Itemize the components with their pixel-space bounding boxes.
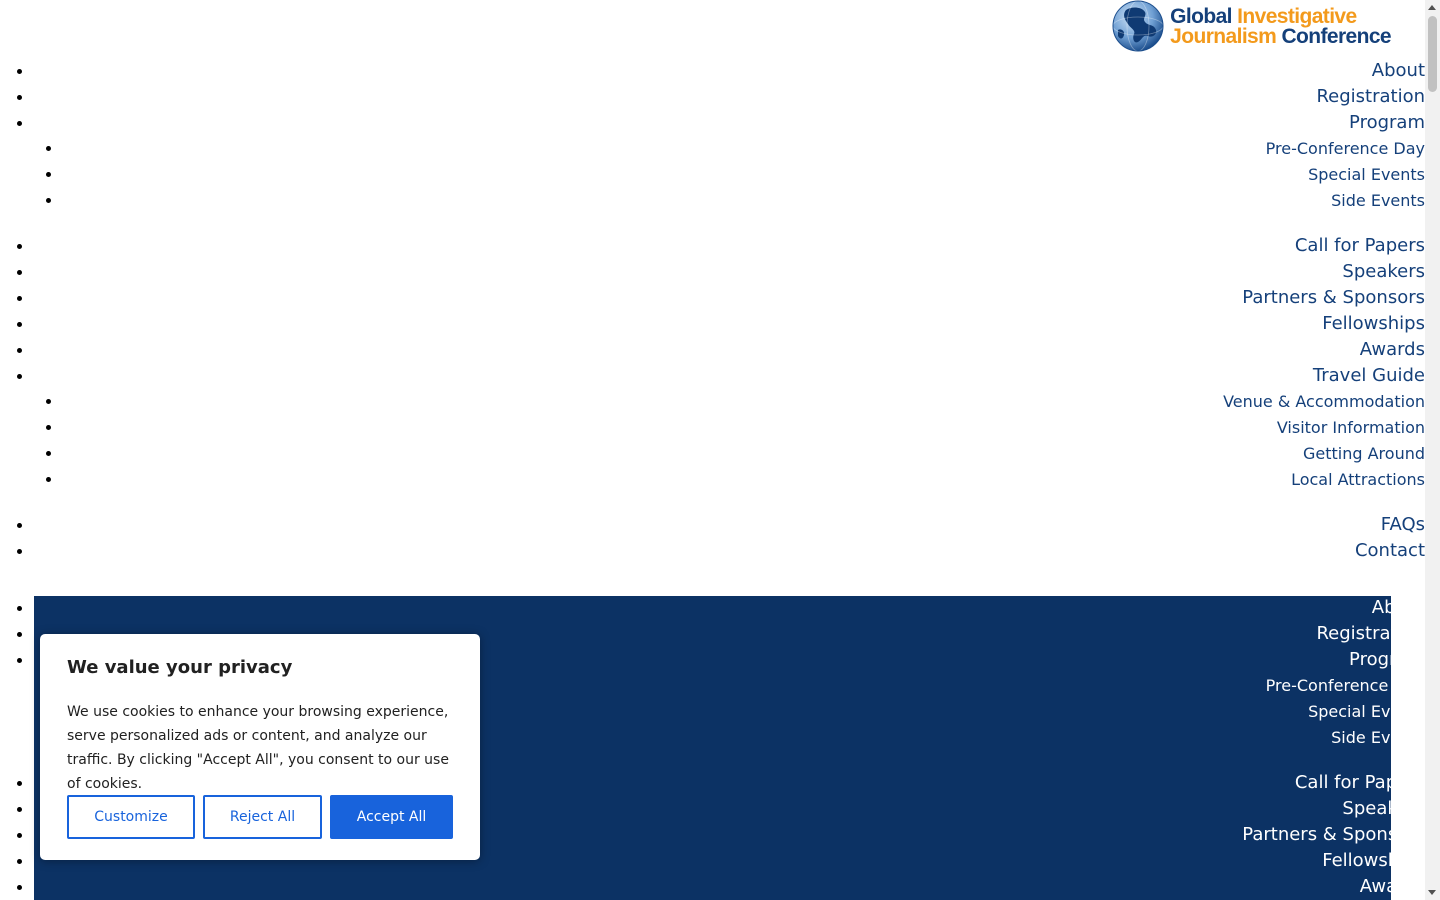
dark-nav-item-about: About xyxy=(34,595,1425,621)
nav-item-fellowships: Fellowships xyxy=(34,311,1425,337)
site-logo[interactable]: Global Investigative Journalism Conferen… xyxy=(1112,0,1392,52)
nav-link-fellowships[interactable]: Fellowships xyxy=(1322,313,1425,334)
nav-link-visitor-information[interactable]: Visitor Information xyxy=(1277,418,1425,437)
dark-nav-link-about[interactable]: About xyxy=(1372,597,1425,618)
logo-word-journalism: Journalism xyxy=(1170,25,1277,48)
cookie-consent-dialog: We value your privacy We use cookies to … xyxy=(40,634,480,860)
nav-link-special-events[interactable]: Special Events xyxy=(1308,165,1425,184)
nav-item-program: Program Pre-Conference Day Special Event… xyxy=(34,110,1425,214)
nav-item-partners-sponsors: Partners & Sponsors xyxy=(34,285,1425,311)
dark-nav-link-partners-sponsors[interactable]: Partners & Sponsors xyxy=(1242,824,1425,845)
scroll-up-arrow-icon[interactable] xyxy=(1428,5,1436,10)
nav-item-faqs: FAQs xyxy=(34,512,1425,538)
submenu-item-pre-conference-day: Pre-Conference Day xyxy=(63,136,1425,162)
nav-link-speakers[interactable]: Speakers xyxy=(1342,261,1425,282)
nav-link-registration[interactable]: Registration xyxy=(1316,86,1425,107)
nav-link-side-events[interactable]: Side Events xyxy=(1331,191,1425,210)
nav-link-about[interactable]: About xyxy=(1372,60,1425,81)
dark-nav-link-registration[interactable]: Registration xyxy=(1316,623,1425,644)
submenu-item-getting-around: Getting Around xyxy=(63,441,1425,467)
nav-link-program[interactable]: Program xyxy=(1349,112,1425,133)
customize-button[interactable]: Customize xyxy=(67,795,195,839)
nav-item-speakers: Speakers xyxy=(34,259,1425,285)
accept-all-button[interactable]: Accept All xyxy=(330,795,453,839)
nav-item-travel-guide: Travel Guide Venue & Accommodation Visit… xyxy=(34,363,1425,493)
nav-link-awards[interactable]: Awards xyxy=(1360,339,1425,360)
nav-link-pre-conference-day[interactable]: Pre-Conference Day xyxy=(1266,139,1425,158)
globe-icon xyxy=(1112,0,1164,52)
dark-nav-link-fellowships[interactable]: Fellowships xyxy=(1322,850,1425,871)
main-nav: About Registration Program Pre-Conferenc… xyxy=(0,58,1425,564)
nav-link-faqs[interactable]: FAQs xyxy=(1381,514,1425,535)
dark-nav-link-call-for-papers[interactable]: Call for Papers xyxy=(1295,772,1425,793)
scrollbar-thumb[interactable] xyxy=(1428,16,1437,92)
dark-nav-link-speakers[interactable]: Speakers xyxy=(1342,798,1425,819)
nav-link-contact[interactable]: Contact xyxy=(1355,540,1425,561)
scroll-down-arrow-icon[interactable] xyxy=(1428,890,1436,895)
nav-item-registration: Registration xyxy=(34,84,1425,110)
dark-nav-link-awards[interactable]: Awards xyxy=(1360,876,1425,897)
page: Global Investigative Journalism Conferen… xyxy=(0,0,1425,900)
nav-link-getting-around[interactable]: Getting Around xyxy=(1303,444,1425,463)
nav-item-contact: Contact xyxy=(34,538,1425,564)
nav-item-about: About xyxy=(34,58,1425,84)
submenu-item-local-attractions: Local Attractions xyxy=(63,467,1425,493)
cookie-description: We use cookies to enhance your browsing … xyxy=(67,704,449,792)
dark-nav-link-program[interactable]: Program xyxy=(1349,649,1425,670)
dark-nav-link-side-events[interactable]: Side Events xyxy=(1331,728,1425,747)
logo-word-conference: Conference xyxy=(1281,25,1391,48)
nav-link-venue-accommodation[interactable]: Venue & Accommodation xyxy=(1223,392,1425,411)
logo-wordmark: Global Investigative Journalism Conferen… xyxy=(1170,6,1391,48)
dark-nav-link-special-events[interactable]: Special Events xyxy=(1308,702,1425,721)
submenu-item-venue-accommodation: Venue & Accommodation xyxy=(63,389,1425,415)
submenu-item-special-events: Special Events xyxy=(63,162,1425,188)
submenu-item-side-events: Side Events xyxy=(63,188,1425,214)
nav-link-travel-guide[interactable]: Travel Guide xyxy=(1313,365,1425,386)
nav-link-local-attractions[interactable]: Local Attractions xyxy=(1291,470,1425,489)
cookie-title: We value your privacy xyxy=(67,657,293,678)
cookie-button-group: Customize Reject All Accept All xyxy=(67,795,453,839)
nav-item-call-for-papers: Call for Papers xyxy=(34,233,1425,259)
nav-item-awards: Awards xyxy=(34,337,1425,363)
submenu-item-visitor-information: Visitor Information xyxy=(63,415,1425,441)
reject-all-button[interactable]: Reject All xyxy=(203,795,322,839)
vertical-scrollbar[interactable] xyxy=(1425,0,1440,900)
nav-link-call-for-papers[interactable]: Call for Papers xyxy=(1295,235,1425,256)
program-submenu: Pre-Conference Day Special Events Side E… xyxy=(34,136,1425,214)
nav-link-partners-sponsors[interactable]: Partners & Sponsors xyxy=(1242,287,1425,308)
travel-guide-submenu: Venue & Accommodation Visitor Informatio… xyxy=(34,389,1425,493)
dark-nav-item-awards: Awards xyxy=(34,874,1425,900)
dark-nav-link-pre-conference-day[interactable]: Pre-Conference Day xyxy=(1266,676,1425,695)
